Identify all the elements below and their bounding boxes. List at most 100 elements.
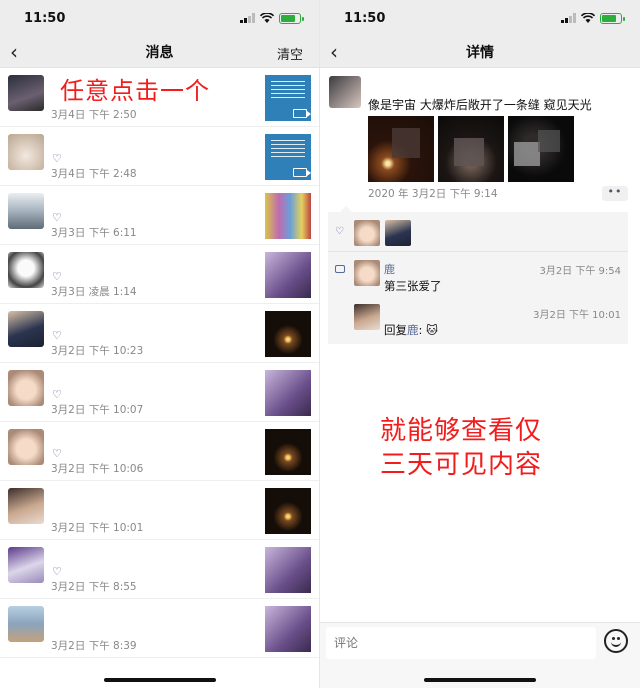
- list-item[interactable]: ♡ 3月2日 下午 10:07: [0, 363, 319, 422]
- home-indicator: [424, 678, 536, 682]
- status-bar: 11:50: [0, 0, 319, 36]
- post-date: 2020 年 3月2日 下午 9:14: [368, 188, 498, 200]
- list-item[interactable]: 3月2日 下午 8:39: [0, 599, 319, 658]
- post-photo[interactable]: [368, 116, 434, 182]
- comment-input[interactable]: [326, 627, 596, 659]
- message-list: 3月4日 下午 2:50 ♡ 3月4日 下午 2:48 ♡ 3月3日 下午 6:…: [0, 68, 319, 658]
- page-title: 详情: [466, 44, 494, 61]
- battery-icon: [600, 12, 625, 24]
- emoji-icon[interactable]: [604, 629, 628, 653]
- post-thumbnail: [265, 75, 311, 121]
- home-indicator: [103, 678, 216, 682]
- interaction-panel: ♡ 鹿 3月2日 下午 9:54 第三张爱了 3月2日 下午 10:01 回复鹿…: [328, 206, 628, 344]
- status-bar: 11:50: [320, 0, 640, 36]
- avatar: [8, 547, 44, 583]
- avatar[interactable]: [329, 76, 361, 108]
- list-item[interactable]: ♡ 3月2日 下午 8:55: [0, 540, 319, 599]
- message-time: 3月4日 下午 2:48: [51, 168, 137, 180]
- list-item[interactable]: 3月2日 下午 10:01: [0, 481, 319, 540]
- list-item[interactable]: ♡ 3月4日 下午 2:48: [0, 127, 319, 186]
- wifi-icon: [260, 13, 274, 23]
- comment-text: 第三张爱了: [384, 279, 442, 293]
- post-thumbnail: [265, 429, 311, 475]
- avatar[interactable]: [354, 220, 380, 246]
- post-thumbnail: [265, 134, 311, 180]
- post-thumbnail: [265, 370, 311, 416]
- annotation-text: 就能够查看仅 三天可见内容: [380, 414, 542, 482]
- avatar: [8, 134, 44, 170]
- avatar: [8, 252, 44, 288]
- status-time: 11:50: [344, 10, 386, 26]
- post-thumbnail: [265, 547, 311, 593]
- post-thumbnail: [265, 488, 311, 534]
- status-icons: [561, 12, 625, 24]
- comment-author[interactable]: 鹿: [384, 261, 395, 277]
- list-item[interactable]: ♡ 3月2日 下午 10:06: [0, 422, 319, 481]
- reply-target[interactable]: 鹿: [407, 323, 419, 337]
- message-time: 3月4日 下午 2:50: [51, 109, 137, 121]
- back-button[interactable]: ‹: [330, 40, 338, 64]
- avatar: [8, 370, 44, 406]
- avatar: [8, 311, 44, 347]
- wifi-icon: [581, 13, 595, 23]
- likes-row: ♡: [328, 212, 628, 252]
- heart-icon: ♡: [52, 388, 62, 401]
- comment-text: 回复鹿: 🐱: [384, 322, 438, 338]
- post-thumbnail: [265, 252, 311, 298]
- message-time: 3月2日 下午 10:23: [51, 345, 144, 357]
- avatar[interactable]: [354, 260, 380, 286]
- message-time: 3月2日 下午 8:55: [51, 581, 137, 593]
- heart-icon: ♡: [335, 226, 344, 237]
- avatar: [8, 606, 44, 642]
- message-time: 3月2日 下午 10:06: [51, 463, 144, 475]
- list-item[interactable]: ♡ 3月2日 下午 10:23: [0, 304, 319, 363]
- comment-time: 3月2日 下午 10:01: [533, 310, 621, 321]
- heart-icon: ♡: [52, 152, 62, 165]
- detail-screen: 11:50 ‹ 详情 像是宇宙 大爆炸后敞开了一条缝 窥见天光 2020 年 3…: [320, 0, 640, 688]
- video-icon: [293, 109, 311, 118]
- nav-bar: ‹ 详情: [320, 36, 640, 68]
- status-icons: [240, 12, 304, 24]
- annotation-text: 任意点击一个: [60, 77, 210, 105]
- post-thumbnail: [265, 606, 311, 652]
- avatar: [8, 75, 44, 111]
- post-thumbnail: [265, 193, 311, 239]
- back-button[interactable]: ‹: [10, 40, 18, 64]
- heart-icon: ♡: [52, 329, 62, 342]
- status-time: 11:50: [24, 10, 66, 26]
- reply-prefix: 回复: [384, 323, 407, 337]
- annotation-line: 三天可见内容: [380, 450, 543, 480]
- avatar[interactable]: [385, 220, 411, 246]
- post-text: 像是宇宙 大爆炸后敞开了一条缝 窥见天光: [368, 98, 592, 112]
- heart-icon: ♡: [52, 565, 62, 578]
- avatar[interactable]: [354, 304, 380, 330]
- avatar: [8, 193, 44, 229]
- comments-section: 鹿 3月2日 下午 9:54 第三张爱了 3月2日 下午 10:01 回复鹿: …: [328, 252, 628, 344]
- battery-icon: [279, 12, 304, 24]
- message-time: 3月3日 下午 6:11: [51, 227, 137, 239]
- more-options-button[interactable]: ••: [602, 186, 628, 201]
- avatar: [8, 488, 44, 524]
- message-time: 3月2日 下午 10:01: [51, 522, 144, 534]
- message-time: 3月2日 下午 8:39: [51, 640, 137, 652]
- heart-icon: ♡: [52, 447, 62, 460]
- heart-icon: ♡: [52, 270, 62, 283]
- signal-icon: [240, 13, 255, 23]
- video-icon: [293, 168, 311, 177]
- message-time: 3月3日 凌晨 1:14: [51, 286, 137, 298]
- message-time: 3月2日 下午 10:07: [51, 404, 144, 416]
- nav-bar: ‹ 消息 清空: [0, 36, 319, 68]
- post-photo[interactable]: [508, 116, 574, 182]
- post-thumbnail: [265, 311, 311, 357]
- list-item[interactable]: ♡ 3月3日 下午 6:11: [0, 186, 319, 245]
- comment-time: 3月2日 下午 9:54: [539, 266, 621, 277]
- list-item[interactable]: ♡ 3月3日 凌晨 1:14: [0, 245, 319, 304]
- reply-suffix: : 🐱: [418, 323, 439, 337]
- annotation-line: 就能够查看仅: [380, 416, 543, 446]
- page-title: 消息: [145, 44, 174, 61]
- avatar: [8, 429, 44, 465]
- post-photo[interactable]: [438, 116, 504, 182]
- signal-icon: [561, 13, 576, 23]
- clear-button[interactable]: 清空: [277, 44, 303, 63]
- heart-icon: ♡: [52, 211, 62, 224]
